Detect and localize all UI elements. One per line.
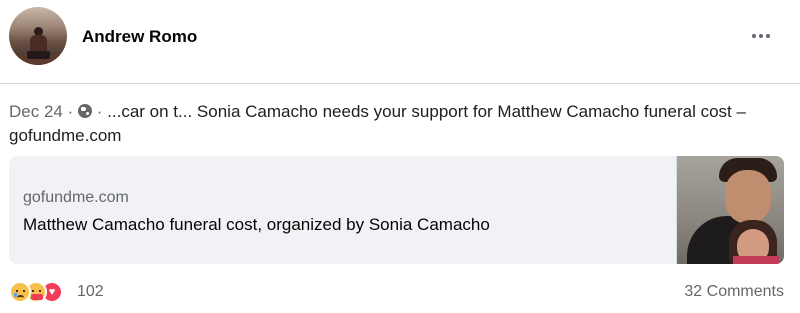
care-heart bbox=[31, 294, 43, 300]
globe-icon[interactable] bbox=[78, 104, 93, 118]
post-date[interactable]: Dec 24 bbox=[9, 102, 63, 121]
comments-count[interactable]: 32 Comments bbox=[684, 283, 784, 301]
more-options-dot bbox=[759, 34, 763, 38]
care-face-eyes bbox=[32, 290, 41, 292]
post-body: Dec 24 · · ...car on t... Sonia Camacho … bbox=[9, 100, 779, 148]
reaction-count[interactable]: 102 bbox=[77, 283, 104, 301]
more-options-icon[interactable] bbox=[748, 24, 774, 48]
post-text: ...car on t... Sonia Camacho needs your … bbox=[9, 102, 746, 145]
more-options-dot bbox=[766, 34, 770, 38]
link-preview-card[interactable]: gofundme.com Matthew Camacho funeral cos… bbox=[9, 156, 784, 264]
thumbnail-person-face bbox=[725, 170, 771, 224]
author-name[interactable]: Andrew Romo bbox=[82, 27, 197, 47]
header-divider bbox=[0, 83, 800, 84]
sad-face-eyes bbox=[16, 290, 25, 292]
sad-reaction-icon bbox=[9, 281, 31, 303]
meta-separator: · bbox=[67, 102, 74, 121]
sad-face-mouth bbox=[17, 295, 24, 298]
link-title[interactable]: Matthew Camacho funeral cost, organized … bbox=[23, 215, 490, 235]
link-thumbnail[interactable] bbox=[676, 156, 784, 264]
more-options-dot bbox=[752, 34, 756, 38]
post-header: Andrew Romo bbox=[0, 0, 800, 84]
link-domain: gofundme.com bbox=[23, 189, 129, 206]
thumbnail-person2-shirt bbox=[733, 256, 779, 264]
meta-separator: · bbox=[96, 102, 103, 121]
avatar-figure-legs bbox=[27, 51, 50, 59]
reactions-summary[interactable]: ♥ 102 bbox=[9, 281, 104, 303]
tear-drop bbox=[14, 293, 17, 297]
avatar[interactable] bbox=[9, 7, 67, 65]
